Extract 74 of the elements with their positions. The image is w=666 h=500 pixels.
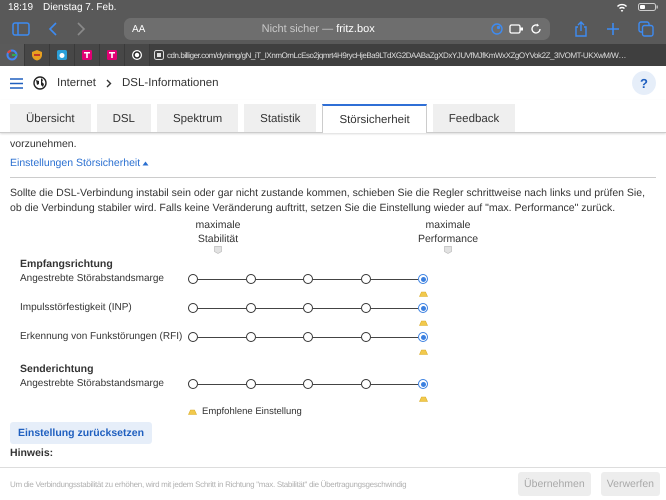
slider-step[interactable]: [188, 332, 198, 342]
slider-step[interactable]: [246, 303, 256, 313]
section-heading: Empfangsrichtung: [20, 258, 114, 270]
address-text: Nicht sicher — fritz.box: [260, 23, 376, 35]
slider-label: Impulsstörfestigkeit (INP): [20, 301, 133, 315]
slider-step[interactable]: [303, 274, 313, 284]
slider-step[interactable]: [360, 303, 370, 313]
browser-tab[interactable]: [50, 44, 75, 66]
tab[interactable]: DSL: [96, 104, 151, 132]
slider-step[interactable]: [188, 274, 198, 284]
recommended-marker-icon: [188, 408, 197, 414]
favicon-icon: [81, 49, 93, 61]
breadcrumb-item: DSL-Informationen: [122, 77, 219, 89]
slider-step[interactable]: [360, 379, 370, 389]
legend-text: Empfohlene Einstellung: [202, 406, 302, 417]
note-text: Um die Verbindungsstabilität zu erhöhen, wird mit jedem Schritt in Richtung "max. Stabilität" die Übertragungsgeschwindig: [10, 480, 408, 488]
slider-step[interactable]: [303, 379, 313, 389]
slider-step[interactable]: [360, 274, 370, 284]
slider-step[interactable]: [418, 303, 428, 313]
wifi-icon: [616, 2, 628, 12]
tab[interactable]: Übersicht: [10, 104, 91, 132]
clock-time: 18:19: [8, 2, 34, 12]
breadcrumb-item[interactable]: Internet: [57, 77, 96, 89]
slider-step[interactable]: [246, 379, 256, 389]
favicon-icon: [56, 49, 68, 61]
slider-step[interactable]: [360, 332, 370, 342]
slider-step[interactable]: [418, 274, 428, 284]
step-slider[interactable]: [188, 274, 428, 284]
section-heading: Senderichtung: [20, 363, 95, 375]
slider-step[interactable]: [188, 303, 198, 313]
reset-button[interactable]: Einstellung zurücksetzen: [10, 422, 152, 444]
slider-label: Erkennung von Funkstörungen (RFI): [20, 330, 184, 344]
slider-step[interactable]: [246, 274, 256, 284]
tab[interactable]: Statistik: [244, 104, 316, 132]
settings-toggle-link[interactable]: Einstellungen Störsicherheit: [10, 157, 150, 169]
battery-icon: [638, 2, 658, 12]
reader-icon[interactable]: [509, 23, 524, 35]
description-text: Sollte die DSL-Verbindung instabil sein oder gar nicht zustande kommen, schieben Sie die Regler schrittweise nach links und prüfen Sie, ob die Verbindung stabiler wird. Falls keine Veränderung auftritt, setzen Sie die Einstellung wieder auf "max. Performance" zurück.: [10, 186, 646, 216]
browser-tab[interactable]: [100, 44, 125, 66]
note-heading: Hinweis:: [10, 447, 54, 459]
tab[interactable]: Spektrum: [156, 104, 238, 132]
browser-tab[interactable]: [125, 44, 150, 66]
slider-step[interactable]: [418, 379, 428, 389]
address-bar[interactable]: AA Nicht sicher — fritz.box: [124, 18, 550, 40]
step-slider[interactable]: [188, 379, 428, 389]
text-size-button[interactable]: AA: [132, 24, 146, 34]
slider-step[interactable]: [246, 332, 256, 342]
help-button[interactable]: ?: [632, 71, 656, 95]
tab[interactable]: Störsicherheit: [322, 104, 427, 133]
chevron-right-icon: [106, 78, 112, 88]
scale-marker-icon: [214, 246, 222, 254]
slider-label: Angestrebte Störabstandsmarge: [20, 377, 165, 391]
slider-step[interactable]: [303, 303, 313, 313]
intro-text: vorzunehmen.: [10, 137, 78, 151]
scale-label: maximale Stabilität: [196, 218, 240, 246]
globe-icon: [33, 76, 47, 90]
favicon-icon: [131, 49, 143, 61]
slider-step[interactable]: [188, 379, 198, 389]
tab[interactable]: Feedback: [432, 104, 516, 132]
browser-tab[interactable]: [75, 44, 100, 66]
step-slider[interactable]: [188, 303, 428, 313]
scale-marker-icon: [444, 246, 452, 254]
step-slider[interactable]: [188, 332, 428, 342]
slider-step[interactable]: [303, 332, 313, 342]
menu-icon[interactable]: [10, 78, 23, 88]
favicon-icon: [31, 49, 43, 61]
tab-url: cdn.billiger.com/dynimg/gN_iT_IXnmOmLcEso2jqmrt4H9rycHjeBa9LTdXG2DAABaZgXDxYJUVfMJfKmWxXZgOYVok2Z_3IVOMT-UKXwM/W…: [167, 50, 626, 60]
page-icon: [154, 50, 164, 60]
favicon-icon: [106, 49, 118, 61]
date-text: Dienstag 7. Feb.: [43, 2, 116, 12]
scale-label: maximale Performance: [418, 218, 478, 246]
reload-icon[interactable]: [530, 23, 542, 35]
slider-label: Angestrebte Störabstandsmarge: [20, 272, 165, 286]
slider-step[interactable]: [418, 332, 428, 342]
